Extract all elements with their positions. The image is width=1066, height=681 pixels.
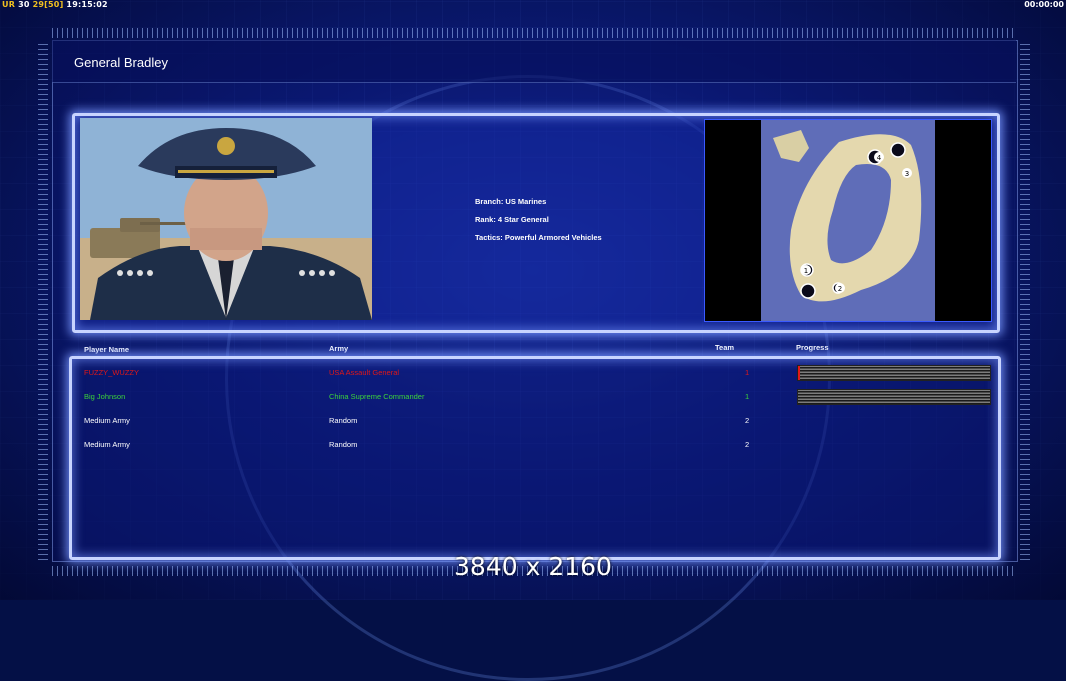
player-name-cell: Medium Army (84, 440, 130, 449)
players-table-panel (69, 356, 1001, 560)
player-army-cell: Random (329, 440, 358, 449)
column-header-team: Team (715, 343, 735, 352)
left-ruler (38, 40, 48, 560)
column-header-army: Army (329, 344, 349, 353)
start-label-3: 3 (905, 170, 909, 178)
minimap: 4 3 1 2 (704, 119, 992, 322)
player-team-cell: 1 (745, 392, 750, 401)
general-tactics: Tactics: Powerful Armored Vehicles (475, 233, 602, 242)
player-team-cell: 2 (745, 440, 750, 449)
player-name-cell: Medium Army (84, 416, 130, 425)
player-progress-bar (797, 389, 991, 405)
player-team-cell: 2 (745, 416, 750, 425)
general-branch: Branch: US Marines (475, 197, 547, 206)
minimap-image: 4 3 1 2 (761, 120, 935, 321)
player-army-cell: USA Assault General (329, 368, 400, 377)
player-name-cell: Big Johnson (84, 392, 126, 401)
start-label-4: 4 (877, 154, 882, 162)
resolution-watermark: 3840 x 2160 (454, 552, 612, 581)
start-position-marker (890, 142, 906, 158)
player-team-cell: 1 (745, 368, 750, 377)
player-army-cell: Random (329, 416, 358, 425)
hud-fps: 30 (18, 0, 30, 9)
player-progress-bar (797, 365, 991, 381)
hud-stats: UR 30 29[50] 19:15:02 (2, 0, 108, 9)
start-label-1: 1 (804, 267, 808, 275)
general-portrait (80, 118, 372, 320)
hud-ur-label: UR (2, 0, 16, 9)
general-portrait-image (80, 118, 372, 320)
player-name-cell: FUZZY_WUZZY (84, 368, 139, 377)
general-info: Branch: US Marines Rank: 4 Star General … (475, 197, 602, 251)
start-label-2: 2 (838, 285, 842, 293)
general-rank: Rank: 4 Star General (475, 215, 549, 224)
hud-bracket-value: 50 (48, 0, 60, 9)
player-army-cell: China Supreme Commander (329, 392, 425, 401)
player-progress-fill (798, 366, 800, 380)
hud-frame: 29 (32, 0, 45, 9)
page-title: General Bradley (74, 55, 168, 70)
start-position-marker (800, 283, 816, 299)
title-bar (52, 40, 1016, 83)
top-ruler (52, 28, 1016, 38)
right-ruler (1020, 40, 1030, 560)
hud-timer: 00:00:00 (1024, 0, 1064, 9)
hud-clock: 19:15:02 (66, 0, 108, 9)
column-header-progress: Progress (796, 343, 829, 352)
column-header-player-name: Player Name (84, 345, 130, 354)
